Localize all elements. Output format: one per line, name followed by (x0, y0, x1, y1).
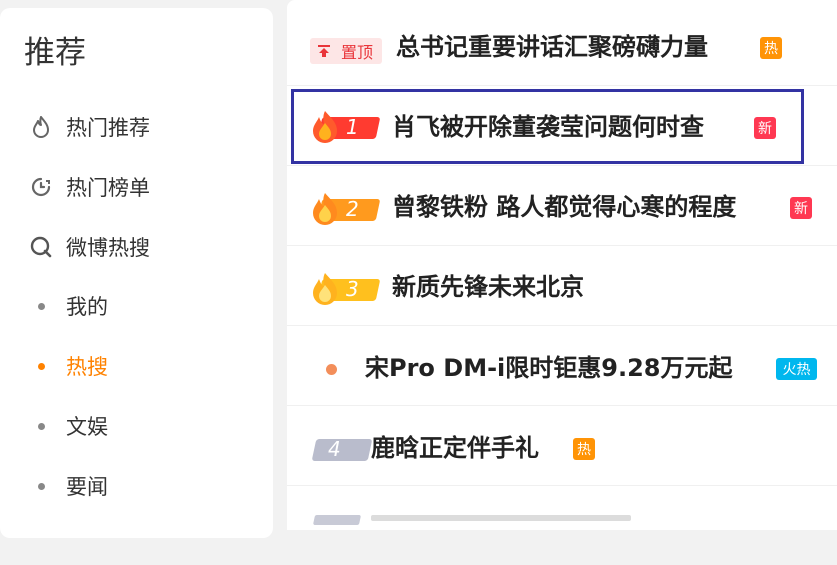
sidebar-item-label: 热搜 (66, 355, 108, 379)
sidebar-item-label: 文娱 (66, 415, 108, 439)
sidebar-item-hot-recommend[interactable]: 热门推荐 (28, 107, 150, 147)
rank-number: 2 (346, 197, 359, 221)
bullet-dot (38, 302, 45, 310)
rank-number: 4 (328, 437, 341, 461)
list-item-title[interactable]: 曾黎铁粉 路人都觉得心寒的程度 (392, 195, 736, 219)
bullet-dot (326, 364, 337, 375)
list-item-rank-4[interactable]: 4 鹿晗正定伴手礼 热 (287, 405, 837, 486)
sidebar-subitem-entertainment[interactable]: 文娱 (38, 406, 108, 446)
list-item-title[interactable]: 肖飞被开除董袭莹问题何时查 (392, 115, 704, 139)
pinned-label: 置顶 (341, 43, 374, 62)
list-item-rank-3[interactable]: 3 新质先锋未来北京 (287, 245, 837, 326)
list-item-title[interactable]: 总书记重要讲话汇聚磅礴力量 (396, 35, 708, 59)
flame-icon (313, 193, 337, 225)
pin-top-icon (318, 45, 330, 57)
list-item-title[interactable]: 鹿晗正定伴手礼 (371, 436, 539, 460)
search-q-icon (30, 236, 52, 258)
rank-badge: 4 (310, 435, 380, 463)
rank-number: 3 (346, 277, 359, 301)
sidebar-item-label: 我的 (66, 295, 108, 319)
bullet-dot (38, 422, 45, 430)
sidebar-item-label: 微博热搜 (66, 236, 150, 260)
sidebar-subitem-mine[interactable]: 我的 (38, 286, 108, 326)
hot-tag: 热 (573, 438, 595, 460)
sidebar-item-label: 要闻 (66, 475, 108, 499)
list-item-pinned[interactable]: 置顶 总书记重要讲话汇聚磅礴力量 热 (287, 5, 837, 86)
bullet-dot (38, 482, 45, 490)
new-tag: 新 (754, 117, 776, 139)
fire-hot-tag: 火热 (776, 358, 817, 380)
new-tag: 新 (790, 197, 812, 219)
list-item-rank-2[interactable]: 2 曾黎铁粉 路人都觉得心寒的程度 新 (287, 165, 837, 246)
list-item-title[interactable]: 新质先锋未来北京 (392, 275, 584, 299)
sidebar: 推荐 热门推荐 热门榜单 微博热搜 我的 热搜 文娱 要闻 (0, 8, 273, 538)
rank-number: 1 (346, 115, 359, 139)
sidebar-subitem-news[interactable]: 要闻 (38, 466, 108, 506)
pinned-badge: 置顶 (310, 38, 382, 64)
sidebar-item-label: 热门榜单 (66, 176, 150, 200)
sidebar-subitem-hot-search[interactable]: 热搜 (38, 346, 108, 386)
sidebar-item-label: 热门推荐 (66, 116, 150, 140)
rank-badge: 3 (310, 273, 381, 305)
sidebar-title: 推荐 (24, 35, 86, 71)
rank-badge: 1 (310, 111, 381, 143)
bullet-dot (38, 362, 45, 370)
hot-search-list: 置顶 总书记重要讲话汇聚磅礴力量 热 1 肖飞被开除董袭莹问题何时查 新 2 曾… (287, 0, 837, 530)
list-item-promoted[interactable]: 宋Pro DM-i限时钜惠9.28万元起 火热 (287, 325, 837, 406)
clock-chart-icon (31, 177, 51, 197)
hot-tag: 热 (760, 37, 782, 59)
sidebar-item-weibo-hot-search[interactable]: 微博热搜 (28, 227, 150, 267)
rank-badge: 2 (310, 193, 381, 225)
list-item-partial (287, 485, 837, 565)
list-item-rank-1[interactable]: 1 肖飞被开除董袭莹问题何时查 新 (287, 85, 837, 166)
flame-outline-icon (33, 116, 49, 138)
flame-icon (313, 111, 337, 143)
flame-icon (313, 273, 337, 305)
list-item-title[interactable]: 宋Pro DM-i限时钜惠9.28万元起 (365, 356, 732, 380)
sidebar-item-hot-list[interactable]: 热门榜单 (28, 167, 150, 207)
